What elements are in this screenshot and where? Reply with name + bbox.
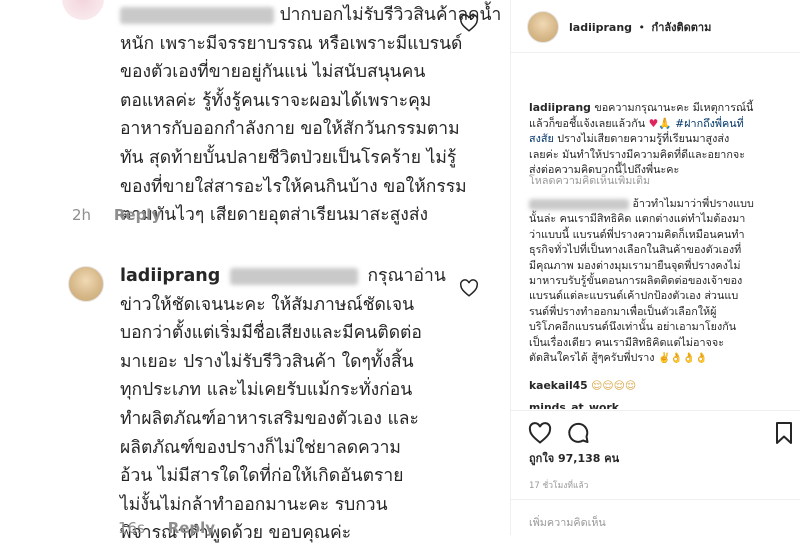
comment-bubble-icon[interactable] (566, 421, 590, 445)
caption-line: เลยค่ะ มันทำให้ปรางมีความคิดที่ดีและอยาก… (529, 147, 745, 161)
caption-line: ปรางไม่เสียดายความรู้ที่เรียนมาสูงส่ง (557, 132, 730, 146)
comment-2-line: ข่าวให้ชัดเจนนะคะ ให้สัมภาษณ์ชัดเจน (120, 294, 415, 315)
comment-2-meta: 16s Reply (118, 519, 233, 537)
comment-1-line: หนัก เพราะมีจรรยาบรรณ หรือเพราะมีแบรนด์ (120, 33, 463, 54)
post-comment-line: บริโภคอีกแบรนด์นึงเท่านั้น อย่าเอามาโยงก… (529, 320, 737, 334)
comment-1-line: ทัน สุดท้ายบั้นปลายชีวิตป่วยเป็นโรคร้าย … (120, 147, 457, 168)
post-panel: ladiiprang • กำลังติดตาม ladiiprang ขอคว… (510, 0, 800, 535)
commenter-avatar[interactable] (62, 0, 104, 20)
comment-2: ladiiprang กรุณาอ่าน ข่าวให้ชัดเจนนะคะ ใ… (120, 262, 446, 548)
comment-cut-off: minds_at_work (529, 400, 619, 409)
comment-1-line: ของที่ขายใส่สารอะไรให้คนกินบ้าง ขอให้กรร… (120, 176, 467, 197)
post-comment-line: ว่าแบบนี้ แบรนด์พี่ปรางความคิดก็เหมือนคน… (529, 227, 745, 241)
post-comment-line: แบรนด์แต่ละแบรนด์เค้าปกป้องตัวเอง ส่วนแบ (529, 289, 739, 303)
comment-2-time: 16s (118, 519, 145, 537)
comment-2-line: ทำผลิตภัณฑ์อาหารเสริมของตัวเอง และ (120, 408, 419, 429)
post-comment: อ้าวทำไมมาว่าพี่ปรางแบบ นั้นล่ะ คนเรามีส… (529, 196, 791, 366)
heart-emoji-icon: ♥ (648, 116, 659, 130)
like-heart-icon[interactable] (459, 14, 479, 32)
comment-divider (511, 499, 800, 500)
comment-2-username[interactable]: ladiiprang (120, 266, 220, 286)
post-comment-line: อ้าวทำไมมาว่าพี่ปรางแบบ (632, 197, 754, 210)
caption-username[interactable]: ladiiprang (529, 101, 591, 114)
comment-2-line: ไม่งั้นไม่กล้าทำออกมานะคะ รบกวน (120, 494, 388, 515)
caption-hashtag[interactable]: #ฝากถึงพี่คนที่ (675, 117, 744, 130)
zoomed-comments-panel: ปากบอกไม่รับรีวิวสินค้าลดน้ำ หนัก เพราะม… (0, 0, 505, 543)
profile-avatar[interactable] (527, 11, 559, 43)
comment-1-time: 2h (72, 206, 92, 224)
like-heart-icon[interactable] (459, 279, 479, 297)
emoji-row-icon: ✌️👌👌👌 (657, 353, 708, 365)
ladiiprang-avatar[interactable] (68, 266, 104, 302)
header-separator: • (638, 21, 646, 34)
action-bar (511, 410, 800, 411)
comment-2-line: กรุณาอ่าน (367, 266, 446, 286)
like-heart-icon[interactable] (528, 422, 552, 444)
post-header: ladiiprang • กำลังติดตาม (511, 0, 800, 53)
load-more-comments[interactable]: โหลดความคิดเห็นเพิ่มเติม (529, 172, 650, 189)
comment-2-line: บอกว่าตั้งแต่เริ่มมีชื่อเสียงและมีคนติดต… (120, 323, 422, 344)
post-comment-line: ตัดสินใครได้ สู้ๆครับพี่ปราง (529, 351, 655, 365)
hand-emoji-icon: 🙏 (658, 116, 672, 130)
post-comment-line: เป็นเรื่องเดียว คนเรามีสิทธิคิดแต่ไม่อาจ… (529, 335, 725, 349)
comment-2-line: อ้วน ไม่มีสารใดใดที่ก่อให้เกิดอันตราย (120, 466, 404, 487)
caption-hashtag-cont[interactable]: สงสัย (529, 132, 554, 145)
post-caption: ladiiprang ขอความกรุณานะคะ มีเหตุการณ์นี… (529, 100, 791, 178)
comment-1: ปากบอกไม่รับรีวิวสินค้าลดน้ำ หนัก เพราะม… (120, 1, 501, 230)
caption-line: แล้วก็ขอชี้แจ้งเลยแล้วกัน (529, 116, 646, 130)
post-comment-line: นั้นล่ะ คนเรามีสิทธิคิด แตกต่างแต่ทำไมต้… (529, 212, 746, 226)
comment-1-line: ตอแหลค่ะ รู้ทั้งรู้คนเราจะผอมได้เพราะคุม (120, 90, 432, 111)
blurred-username (529, 198, 629, 210)
comment-1-line: อาหารกับออกกำลังกาย ขอให้สักวันกรรมตาม (120, 119, 460, 140)
likes-count[interactable]: ถูกใจ 97,138 คน (529, 451, 619, 467)
comment-1-meta: 2h Reply (72, 206, 179, 224)
post-comment-line: มีคุณภาพ มองต่างมุมเรามายืนจุดพี่ปรางคงไ… (529, 258, 741, 272)
header-username[interactable]: ladiiprang (569, 21, 632, 34)
commenter-username[interactable]: minds_at_work (529, 401, 619, 409)
post-comment-line: ธุรกิจทั่วไปที่เป็นทางเลือกในสินค้าของตั… (529, 243, 742, 257)
comment-emoji: 😌😌😌😌 (591, 379, 637, 392)
comment-2-line: ทุกประเภท และไม่เคยรับแม้กระทั่งก่อน (120, 380, 413, 401)
comment-kaekail45: kaekail45 😌😌😌😌 (529, 378, 636, 394)
post-comment-line: มาหารบรับรู้ขั้นตอนการผลิตติดต่อของเจ้าข… (529, 274, 743, 288)
following-button[interactable]: กำลังติดตาม (652, 21, 712, 34)
commenter-username[interactable]: kaekail45 (529, 379, 588, 392)
comment-2-line: ผลิตภัณฑ์ของปรางก็ไม่ใช่ยาลดความ (120, 437, 401, 458)
post-timestamp: 17 ชั่วโมงที่แล้ว (529, 481, 589, 491)
add-comment-input[interactable]: เพิ่มความคิดเห็น (529, 514, 606, 531)
blurred-username (120, 6, 274, 24)
comment-1-line: ของตัวเองที่ขายอยู่กันแน่ ไม่สนับสนุนคน (120, 62, 426, 83)
post-comment-line: รนด์พี่ปรางทำออกมาเพื่อเป็นตัวเลือกให้ผู… (529, 304, 717, 318)
blurred-mention (229, 267, 358, 285)
reply-button[interactable]: Reply (168, 519, 215, 537)
caption-line: ขอความกรุณานะคะ มีเหตุการณ์นี้ (594, 101, 754, 114)
bookmark-icon[interactable] (775, 421, 793, 445)
reply-button[interactable]: Reply (114, 206, 161, 224)
comment-2-line: มาเยอะ ปรางไม่รับรีวิวสินค้า ใดๆทั้งสิ้น (120, 351, 414, 372)
